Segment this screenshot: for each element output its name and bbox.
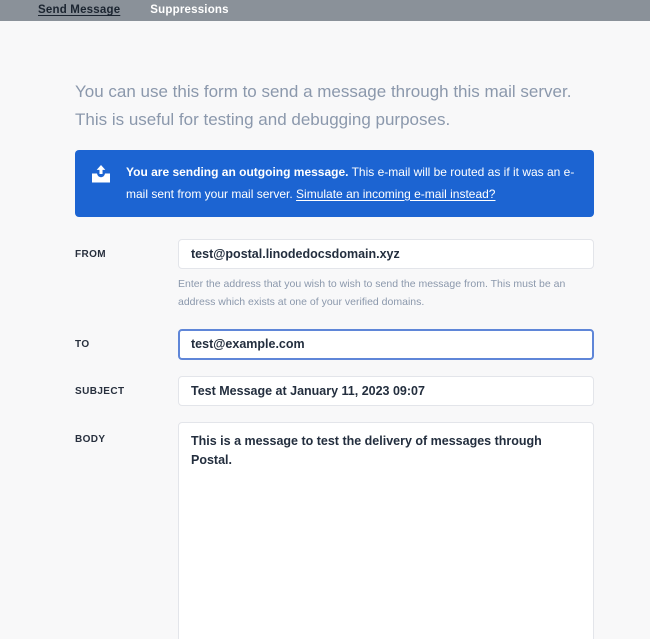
subject-row: SUBJECT <box>75 376 594 406</box>
alert-lead: You are sending an outgoing message. <box>126 165 348 179</box>
body-field-col: This is a message to test the delivery o… <box>178 422 594 639</box>
to-field-col <box>178 329 594 360</box>
tab-send-message[interactable]: Send Message <box>38 0 120 21</box>
intro-text: You can use this form to send a message … <box>75 78 594 133</box>
simulate-incoming-link[interactable]: Simulate an incoming e-mail instead? <box>296 187 495 201</box>
main-content: You can use this form to send a message … <box>0 21 650 639</box>
subject-field-col <box>178 376 594 406</box>
body-row: BODY This is a message to test the deliv… <box>75 422 594 639</box>
body-textarea[interactable]: This is a message to test the delivery o… <box>178 422 594 639</box>
tab-suppressions[interactable]: Suppressions <box>150 0 228 21</box>
from-row: FROM Enter the address that you wish to … <box>75 239 594 311</box>
tab-bar: Send Message Suppressions <box>0 0 650 21</box>
alert-text: You are sending an outgoing message. Thi… <box>126 162 580 205</box>
outbox-icon <box>90 165 112 188</box>
to-input[interactable] <box>178 329 594 360</box>
from-help-text: Enter the address that you wish to wish … <box>178 276 578 311</box>
from-label: FROM <box>75 239 178 311</box>
subject-input[interactable] <box>178 376 594 406</box>
to-row: TO <box>75 329 594 360</box>
send-message-form: FROM Enter the address that you wish to … <box>75 239 594 639</box>
from-input[interactable] <box>178 239 594 269</box>
outgoing-message-alert: You are sending an outgoing message. Thi… <box>75 150 594 217</box>
from-field-col: Enter the address that you wish to wish … <box>178 239 594 311</box>
body-label: BODY <box>75 422 178 639</box>
subject-label: SUBJECT <box>75 376 178 406</box>
to-label: TO <box>75 329 178 360</box>
